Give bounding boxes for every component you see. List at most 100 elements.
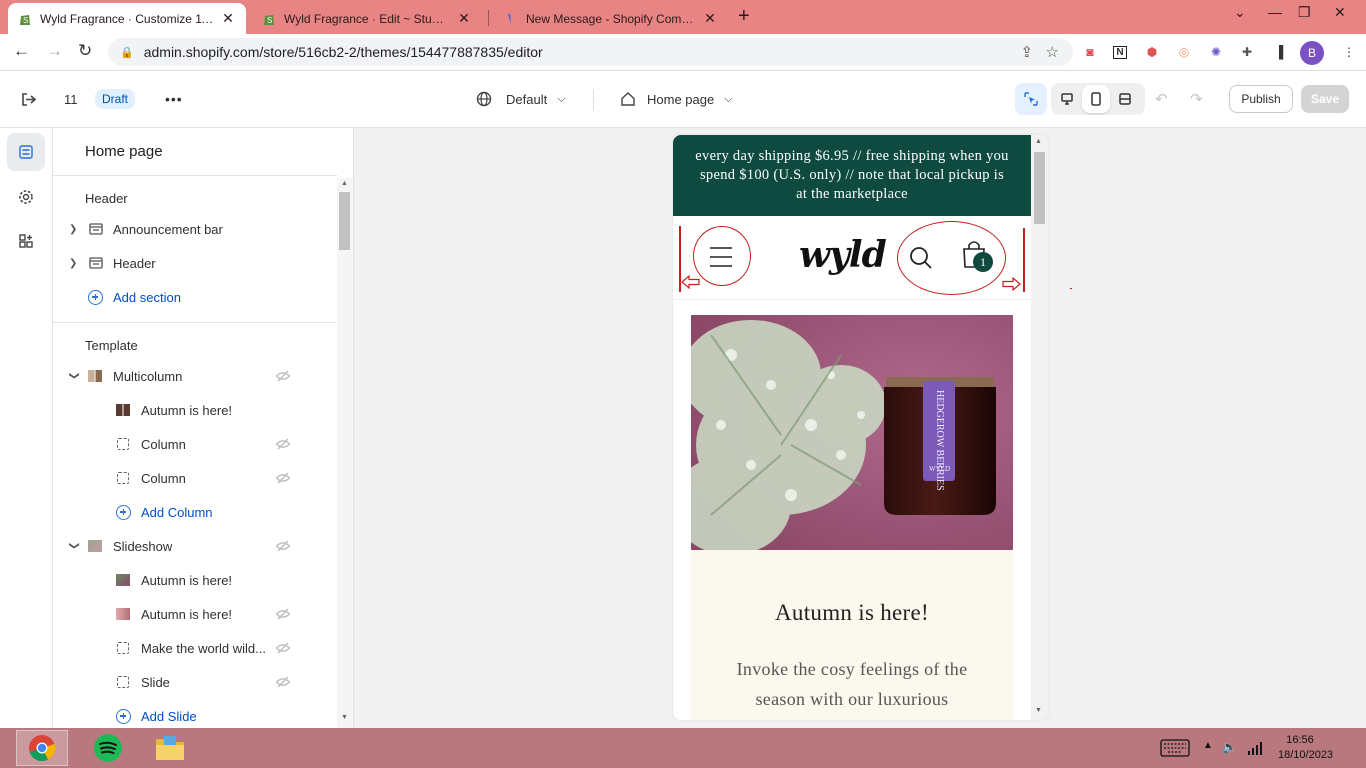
- sparkle-icon[interactable]: ✺: [1207, 43, 1225, 61]
- eye-hidden-icon[interactable]: [275, 640, 291, 656]
- new-tab-icon[interactable]: +: [738, 5, 750, 28]
- desktop-view-button[interactable]: [1053, 83, 1081, 115]
- extension-ring-icon[interactable]: ◎: [1175, 43, 1193, 61]
- section-header[interactable]: ❯ Header: [53, 246, 337, 280]
- undo-icon[interactable]: ↶: [1155, 71, 1168, 127]
- scroll-up-icon[interactable]: ▲: [1035, 138, 1042, 145]
- chevron-down-icon[interactable]: ❯: [69, 371, 80, 381]
- sections-icon: [19, 145, 33, 159]
- tab-title: New Message - Shopify Commun: [526, 11, 696, 26]
- side-panel-icon[interactable]: ▐: [1270, 43, 1288, 61]
- scroll-down-icon[interactable]: ▼: [341, 714, 348, 721]
- block-slide[interactable]: Slide: [53, 665, 337, 699]
- apps-rail-button[interactable]: [7, 222, 45, 260]
- settings-rail-button[interactable]: [7, 178, 45, 216]
- section-icon: [89, 257, 103, 269]
- block-autumn-is-here[interactable]: Autumn is here!: [53, 597, 337, 631]
- eye-hidden-icon[interactable]: [275, 436, 291, 452]
- shield-icon[interactable]: ⬢: [1143, 43, 1161, 61]
- tab-search-icon[interactable]: ⌄: [1234, 4, 1246, 21]
- speaker-icon[interactable]: 🔈: [1222, 740, 1237, 754]
- scroll-up-icon[interactable]: ▲: [341, 180, 348, 187]
- publish-button[interactable]: Publish: [1229, 85, 1293, 113]
- arrow-left-icon: [681, 274, 700, 290]
- taskbar-spotify[interactable]: [82, 730, 134, 766]
- block-autumn-is-here[interactable]: Autumn is here!: [53, 563, 337, 597]
- keyboard-icon[interactable]: [1160, 739, 1190, 757]
- back-icon[interactable]: ←: [13, 41, 30, 61]
- block-column[interactable]: Column: [53, 461, 337, 495]
- language-selector[interactable]: Default ⌵: [476, 71, 566, 127]
- eye-hidden-icon[interactable]: [275, 470, 291, 486]
- redo-icon[interactable]: ↷: [1190, 71, 1203, 127]
- clock-date: 18/10/2023: [1278, 749, 1334, 761]
- taskbar-file-explorer[interactable]: [144, 730, 196, 766]
- sections-rail-button[interactable]: [7, 133, 45, 171]
- chevron-down-icon[interactable]: ❯: [69, 541, 80, 551]
- reload-icon[interactable]: ↻: [78, 41, 92, 61]
- block-column[interactable]: Column: [53, 427, 337, 461]
- save-button[interactable]: Save: [1301, 85, 1349, 113]
- restore-icon[interactable]: ❐: [1298, 4, 1311, 21]
- store-logo[interactable]: wyld: [799, 234, 887, 276]
- slide-thumbnail-icon: [116, 574, 130, 586]
- share-bookmark-icons[interactable]: ⇪ ☆: [1020, 43, 1059, 61]
- block-make-the-world-wild[interactable]: Make the world wild...: [53, 631, 337, 665]
- slideshow-image[interactable]: HEDGEROW BERRIES WYLD: [691, 315, 1013, 550]
- pocket-icon[interactable]: ◙: [1081, 43, 1099, 61]
- mobile-view-button[interactable]: [1082, 85, 1110, 113]
- section-announcement-bar[interactable]: ❯ Announcement bar: [53, 212, 337, 246]
- close-icon[interactable]: ✕: [456, 10, 472, 27]
- profile-avatar[interactable]: B: [1300, 41, 1324, 65]
- close-icon[interactable]: ✕: [220, 10, 236, 27]
- network-bars-icon[interactable]: [1247, 741, 1263, 755]
- language-label: Default: [506, 91, 548, 107]
- eye-hidden-icon[interactable]: [275, 674, 291, 690]
- scrollbar-thumb[interactable]: [1034, 152, 1045, 224]
- taskbar-chrome[interactable]: [16, 730, 68, 766]
- scroll-down-icon[interactable]: ▼: [1035, 707, 1042, 714]
- address-bar[interactable]: 🔒 admin.shopify.com/store/516cb2-2/theme…: [108, 38, 1073, 66]
- exit-icon[interactable]: [20, 71, 37, 127]
- fullscreen-view-button[interactable]: [1111, 83, 1139, 115]
- eye-hidden-icon[interactable]: [275, 606, 291, 622]
- minimize-icon[interactable]: —: [1268, 4, 1282, 20]
- add-circle-icon: [116, 708, 131, 724]
- close-icon[interactable]: ✕: [702, 10, 718, 27]
- add-column-button[interactable]: Add Column: [53, 495, 337, 529]
- eye-hidden-icon[interactable]: [275, 368, 291, 384]
- more-actions-button[interactable]: •••: [165, 71, 183, 127]
- sidebar-scrollbar[interactable]: ▲ ▼: [337, 178, 353, 728]
- preview-scrollbar[interactable]: ▲ ▼: [1031, 135, 1048, 720]
- system-clock[interactable]: 16:56 18/10/2023: [1278, 733, 1334, 763]
- block-autumn-is-here[interactable]: Autumn is here!: [53, 393, 337, 427]
- browser-tab-message[interactable]: New Message - Shopify Commun ✕: [494, 3, 728, 34]
- page-selector[interactable]: Home page ⌵: [620, 71, 733, 127]
- browser-tab-studio[interactable]: S Wyld Fragrance · Edit ~ Studio · S ✕: [252, 3, 482, 34]
- puzzle-icon[interactable]: ✚: [1238, 43, 1256, 61]
- svg-text:S: S: [23, 16, 28, 25]
- notion-icon[interactable]: N: [1111, 43, 1129, 61]
- announcement-bar[interactable]: every day shipping $6.95 // free shippin…: [673, 135, 1031, 216]
- chevron-right-icon[interactable]: ❯: [69, 224, 79, 235]
- scrollbar-thumb[interactable]: [339, 192, 350, 250]
- add-slide-button[interactable]: Add Slide: [53, 699, 337, 728]
- template-group-label: Template: [85, 338, 138, 353]
- add-section-button[interactable]: Add section: [53, 280, 337, 314]
- search-icon[interactable]: [909, 246, 933, 270]
- section-multicolumn[interactable]: ❯ Multicolumn: [53, 359, 337, 393]
- annotation-dot: [1070, 288, 1072, 289]
- preview-canvas: every day shipping $6.95 // free shippin…: [354, 128, 1366, 728]
- section-slideshow[interactable]: ❯ Slideshow: [53, 529, 337, 563]
- browser-tab-customize[interactable]: S Wyld Fragrance · Customize 11 · S ✕: [8, 3, 246, 34]
- menu-dots-icon[interactable]: ⋮: [1340, 43, 1358, 61]
- inspector-toggle[interactable]: [1015, 83, 1047, 115]
- hamburger-menu-icon[interactable]: [709, 246, 733, 268]
- chevron-right-icon[interactable]: ❯: [69, 258, 79, 269]
- tray-chevron-up-icon[interactable]: ▲: [1203, 740, 1213, 751]
- window-close-icon[interactable]: ✕: [1334, 4, 1346, 21]
- forward-icon[interactable]: →: [46, 41, 63, 61]
- apps-icon: [19, 234, 33, 248]
- store-header[interactable]: wyld 1: [673, 216, 1031, 300]
- eye-hidden-icon[interactable]: [275, 538, 291, 554]
